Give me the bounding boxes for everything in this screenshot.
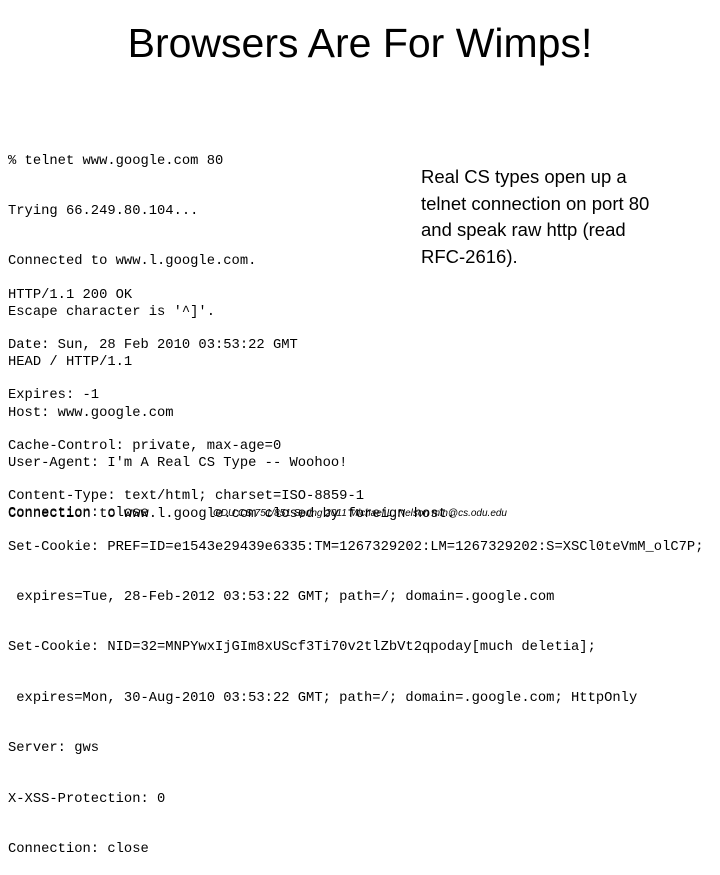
terminal-line: Set-Cookie: NID=32=MNPYwxIjGIm8xUScf3Ti7… <box>8 640 596 656</box>
terminal-line: Set-Cookie: PREF=ID=e1543e29439e6335:TM=… <box>8 539 704 555</box>
terminal-line: expires=Tue, 28-Feb-2012 03:53:22 GMT; p… <box>8 589 555 605</box>
callout-line: and speak raw http (read <box>421 219 626 241</box>
slide-footer: ODU CS 751/851 Spring 2011 Michael L. Ne… <box>0 507 720 521</box>
terminal-line: X-XSS-Protection: 0 <box>8 791 166 807</box>
terminal-line: Connection: close <box>8 841 149 857</box>
callout-line: Real CS types open up a <box>421 166 627 187</box>
terminal-line: Date: Sun, 28 Feb 2010 03:53:22 GMT <box>8 337 298 353</box>
terminal-line: HTTP/1.1 200 OK <box>8 287 133 303</box>
footer-text: ODU CS 751/851 Spring 2011 Michael L. Ne… <box>212 508 507 519</box>
terminal-line: Cache-Control: private, max-age=0 <box>8 438 282 454</box>
terminal-line: expires=Mon, 30-Aug-2010 03:53:22 GMT; p… <box>8 690 638 706</box>
terminal-line: Trying 66.249.80.104... <box>8 203 199 219</box>
terminal-line: Expires: -1 <box>8 388 100 404</box>
callout-line: telnet connection on port 80 <box>421 192 650 214</box>
terminal-line: % telnet www.google.com 80 <box>8 153 224 169</box>
http-response-block: HTTP/1.1 200 OK Date: Sun, 28 Feb 2010 0… <box>8 254 703 875</box>
terminal-line: Server: gws <box>8 741 100 757</box>
slide-title: Browsers Are For Wimps! <box>127 20 593 66</box>
